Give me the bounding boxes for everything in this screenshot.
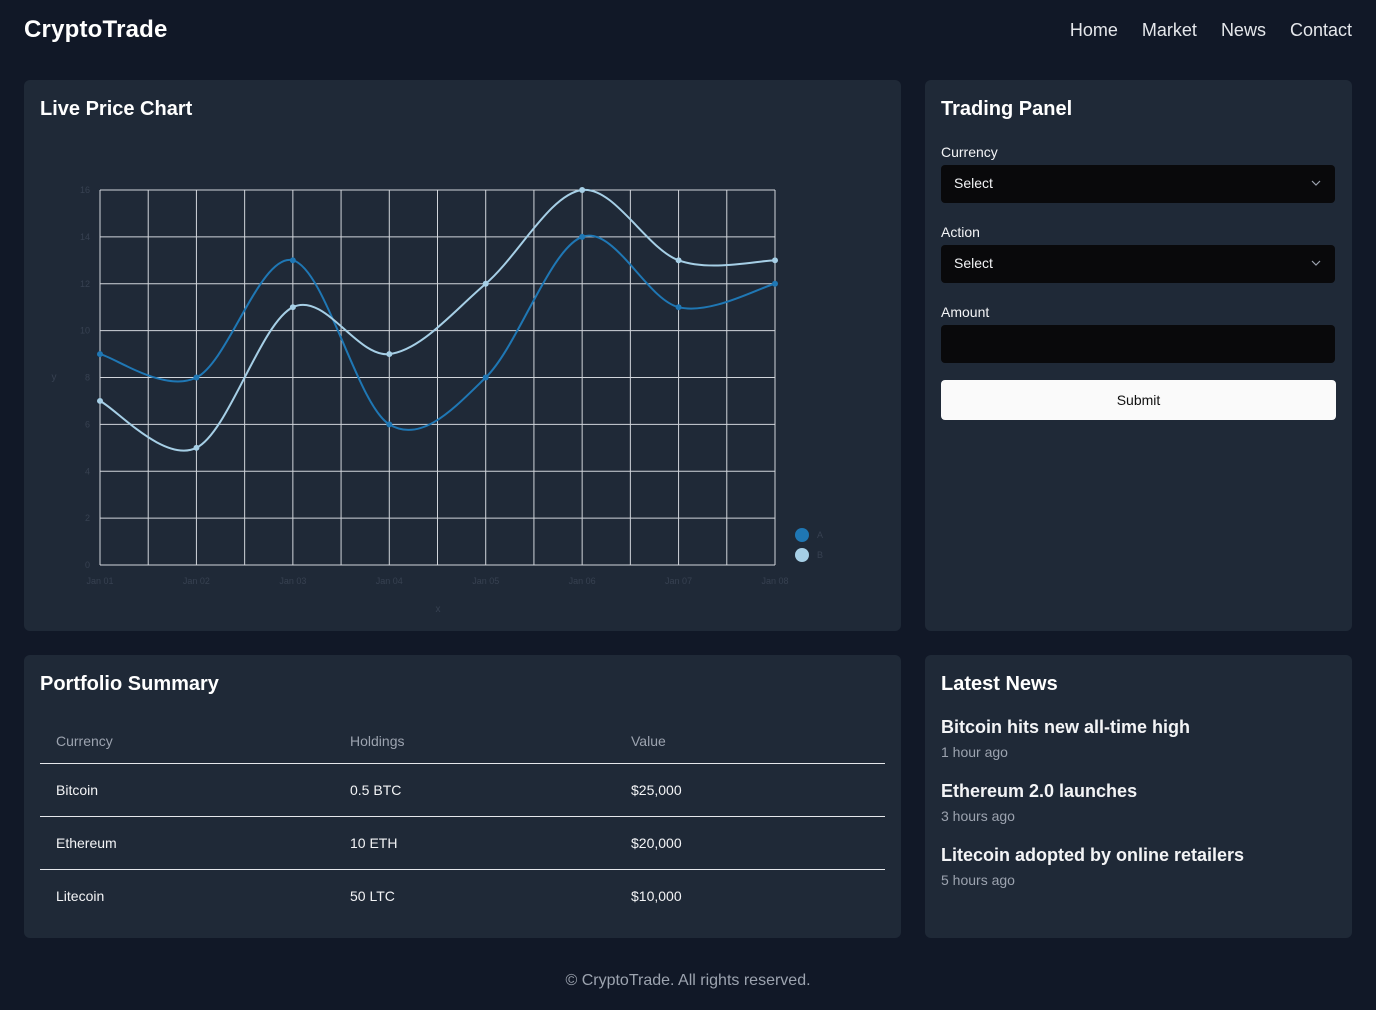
y-tick-label: 2	[85, 513, 90, 523]
data-point	[386, 421, 393, 428]
trading-panel-title: Trading Panel	[941, 98, 1073, 120]
news-headline[interactable]: Litecoin adopted by online retailers	[941, 845, 1341, 866]
legend-marker	[795, 548, 809, 562]
amount-input[interactable]	[941, 325, 1335, 363]
nav-market-link[interactable]: Market	[1142, 20, 1197, 41]
legend-marker	[795, 528, 809, 542]
amount-label: Amount	[941, 304, 990, 320]
data-point	[386, 351, 393, 358]
action-label: Action	[941, 224, 980, 240]
trading-panel-card: Trading Panel Currency Select Action Sel…	[925, 80, 1352, 631]
cell-value: $20,000	[615, 816, 885, 870]
main-nav: Home Market News Contact	[1070, 20, 1352, 41]
column-header-currency: Currency	[40, 719, 334, 764]
legend-label: B	[817, 550, 823, 560]
x-axis-label: x	[436, 604, 441, 615]
currency-label: Currency	[941, 144, 998, 160]
x-tick-label: Jan 08	[761, 576, 788, 586]
footer-copyright: © CryptoTrade. All rights reserved.	[565, 972, 811, 989]
news-timestamp: 3 hours ago	[941, 808, 1015, 824]
cell-holdings: 10 ETH	[334, 816, 615, 870]
news-item[interactable]: Bitcoin hits new all-time high 1 hour ag…	[941, 717, 1341, 760]
brand-logo[interactable]: CryptoTrade	[24, 16, 168, 44]
cell-value: $25,000	[615, 763, 885, 817]
y-tick-label: 10	[80, 326, 90, 336]
x-tick-label: Jan 06	[569, 576, 596, 586]
data-point	[579, 233, 586, 240]
cell-holdings: 0.5 BTC	[334, 763, 615, 817]
latest-news-card: Latest News Bitcoin hits new all-time hi…	[925, 655, 1352, 938]
data-point	[289, 257, 296, 264]
y-tick-label: 8	[85, 373, 90, 383]
nav-contact-link[interactable]: Contact	[1290, 20, 1352, 41]
table-row: Bitcoin 0.5 BTC $25,000	[40, 763, 885, 817]
y-tick-label: 4	[85, 466, 90, 476]
news-headline[interactable]: Ethereum 2.0 launches	[941, 781, 1341, 802]
y-axis-label: y	[52, 372, 57, 383]
data-point	[772, 280, 778, 287]
x-tick-label: Jan 07	[665, 576, 692, 586]
action-select-value: Select	[954, 255, 993, 271]
portfolio-table: Currency Holdings Value Bitcoin 0.5 BTC …	[40, 719, 885, 922]
chevron-down-icon	[1311, 180, 1321, 186]
column-header-value: Value	[615, 719, 885, 764]
y-tick-label: 12	[80, 279, 90, 289]
data-point	[193, 374, 200, 381]
data-point	[579, 187, 586, 193]
price-chart-card: Live Price Chart 0 2 4 6 8 10 12 14 16 Jan 01 Jan …	[24, 80, 901, 631]
news-title: Latest News	[941, 673, 1058, 695]
x-tick-label: Jan 01	[86, 576, 113, 586]
cell-holdings: 50 LTC	[350, 887, 395, 904]
news-item[interactable]: Ethereum 2.0 launches 3 hours ago	[941, 781, 1341, 824]
chevron-down-icon	[1311, 260, 1321, 266]
action-select[interactable]: Select	[941, 245, 1335, 283]
portfolio-summary-card: Portfolio Summary Currency Holdings Valu…	[24, 655, 901, 938]
submit-button[interactable]: Submit	[941, 380, 1336, 420]
y-tick-label: 14	[80, 232, 90, 242]
data-point	[193, 444, 200, 451]
cell-currency: Litecoin	[56, 887, 105, 904]
news-timestamp: 5 hours ago	[941, 872, 1015, 888]
portfolio-title: Portfolio Summary	[40, 673, 219, 695]
data-point	[289, 304, 296, 311]
table-row: Ethereum 10 ETH $20,000	[40, 816, 885, 870]
x-tick-label: Jan 05	[472, 576, 499, 586]
y-tick-label: 6	[85, 419, 90, 429]
top-navbar: CryptoTrade Home Market News Contact	[0, 0, 1376, 64]
news-headline[interactable]: Bitcoin hits new all-time high	[941, 717, 1341, 738]
cell-currency: Bitcoin	[40, 763, 334, 817]
currency-select[interactable]: Select	[941, 165, 1335, 203]
data-point	[772, 257, 778, 264]
x-tick-label: Jan 02	[183, 576, 210, 586]
data-point	[675, 257, 682, 264]
nav-home-link[interactable]: Home	[1070, 20, 1118, 41]
table-header-row: Currency Holdings Value	[40, 719, 885, 764]
nav-news-link[interactable]: News	[1221, 20, 1266, 41]
data-point	[482, 280, 489, 287]
y-tick-label: 16	[80, 185, 90, 195]
data-point	[97, 351, 103, 358]
price-chart: 0 2 4 6 8 10 12 14 16 Jan 01 Jan 02 Jan 03 Jan 04 Jan…	[52, 185, 824, 615]
column-header-holdings: Holdings	[334, 719, 615, 764]
legend-label: A	[817, 530, 823, 540]
cell-value: $10,000	[631, 887, 682, 904]
data-point	[482, 374, 489, 381]
news-item[interactable]: Litecoin adopted by online retailers 5 h…	[941, 845, 1341, 888]
x-tick-label: Jan 03	[279, 576, 306, 586]
table-row: Litecoin 50 LTC $10,000	[40, 869, 885, 922]
cell-currency: Ethereum	[40, 816, 334, 870]
y-tick-label: 0	[85, 560, 90, 570]
x-tick-label: Jan 04	[376, 576, 403, 586]
data-point	[97, 397, 103, 404]
news-timestamp: 1 hour ago	[941, 744, 1008, 760]
data-point	[675, 304, 682, 311]
currency-select-value: Select	[954, 175, 993, 191]
